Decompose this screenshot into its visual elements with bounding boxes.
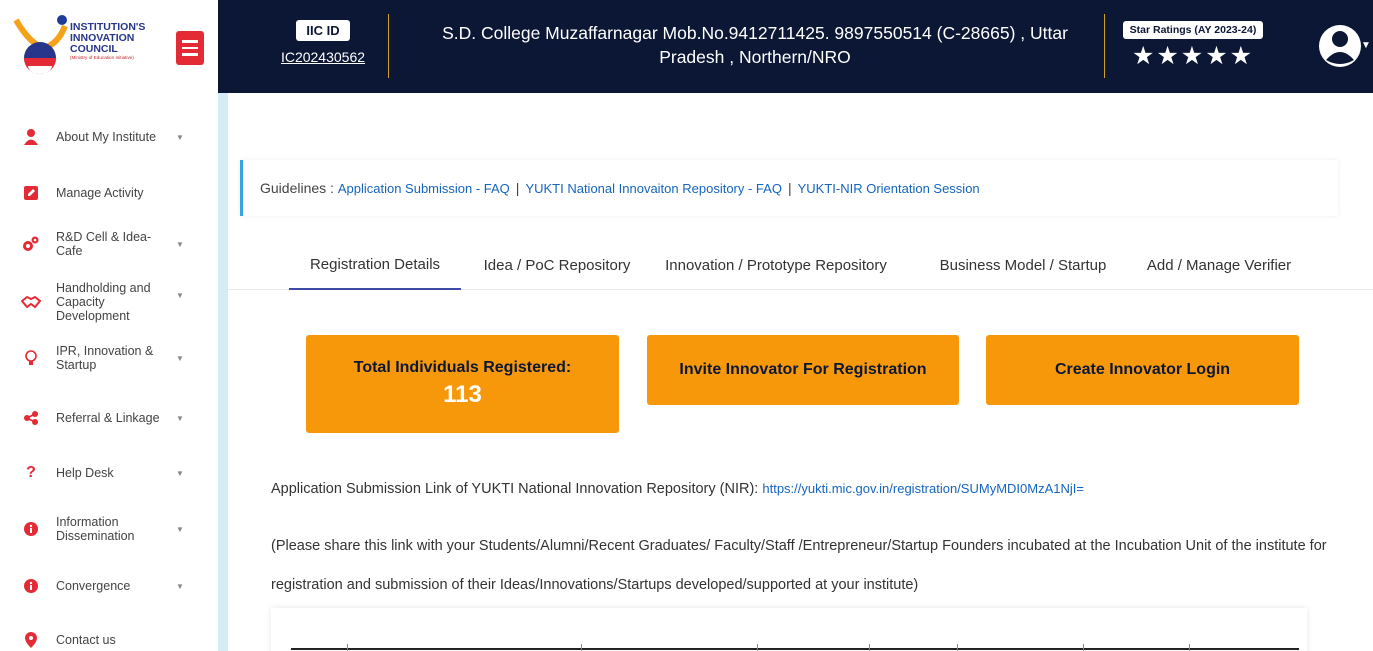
sidebar-item-ipr[interactable]: IPR, Innovation & Startup ▼ [0,335,218,381]
sidebar-item-label: Contact us [56,633,116,647]
sidebar-item-manage-activity[interactable]: Manage Activity [0,170,218,216]
table-header-border [291,648,1299,650]
registration-table-card [271,608,1307,651]
guideline-separator: | [515,180,520,196]
handshake-icon [21,295,41,309]
guideline-separator: | [787,180,792,196]
caret-down-icon[interactable]: ▼ [1361,40,1371,51]
sidebar-item-convergence[interactable]: Convergence ▼ [0,563,218,609]
star-rating-label: Star Ratings (AY 2023-24) [1122,21,1264,39]
hamburger-icon [182,40,198,43]
total-registered-count: 113 [443,381,482,408]
lightbulb-icon [25,350,37,365]
info-icon [24,579,38,593]
institution-name-line-1: S.D. College Muzaffarnagar Mob.No.941271… [442,23,1068,43]
star-rating-block: Star Ratings (AY 2023-24) ★★★★★ [1122,20,1264,71]
caret-down-icon: ▼ [176,290,184,300]
iic-logo-icon [13,15,68,74]
sidebar-item-about-my-institute[interactable]: About My Institute ▼ [0,114,218,160]
sidebar-item-label: Information Dissemination [56,515,135,543]
application-submission-link[interactable]: https://yukti.mic.gov.in/registration/SU… [762,481,1084,496]
sidebar-item-help-desk[interactable]: ? Help Desk ▼ [0,450,218,496]
guideline-link-orientation[interactable]: YUKTI-NIR Orientation Session [798,181,980,196]
caret-down-icon: ▼ [176,239,184,249]
invite-innovator-label: Invite Innovator For Registration [679,361,927,378]
logo-text: INSTITUTION'S INNOVATION COUNCIL (Minist… [70,22,145,61]
sidebar-item-label: Referral & Linkage [56,411,160,425]
tab-innovation-prototype-repository[interactable]: Innovation / Prototype Repository [646,240,906,290]
sidebar-item-label: Help Desk [56,466,114,480]
tab-idea-poc-repository[interactable]: Idea / PoC Repository [472,240,642,290]
logo-line-3: COUNCIL [70,43,118,55]
header-divider [388,14,389,78]
institution-name: S.D. College Muzaffarnagar Mob.No.941271… [410,21,1100,69]
sidebar-item-contact-us[interactable]: Contact us [0,617,218,651]
guideline-link-application-faq[interactable]: Application Submission - FAQ [338,181,510,196]
logo-subtitle: (Ministry of Education Initiative) [70,55,134,60]
application-link-prefix: Application Submission Link of YUKTI Nat… [271,481,759,497]
guidelines-bar: Guidelines : Application Submission - FA… [240,160,1338,216]
sidebar-scroll-strip [218,93,228,651]
total-registered-card: Total Individuals Registered: 113 [306,335,619,433]
iic-id-value[interactable]: IC202430562 [277,49,369,65]
caret-down-icon: ▼ [176,468,184,478]
info-icon [24,522,38,536]
sidebar-item-information-dissemination[interactable]: Information Dissemination ▼ [0,506,218,552]
user-icon [24,129,38,145]
header-divider [1104,14,1105,78]
invite-innovator-button[interactable]: Invite Innovator For Registration [647,335,959,405]
caret-down-icon: ▼ [176,353,184,363]
sidebar-item-handholding[interactable]: Handholding and Capacity Development ▼ [0,279,218,325]
logo-area: INSTITUTION'S INNOVATION COUNCIL (Minist… [0,0,218,93]
guidelines-prefix: Guidelines : [260,180,334,196]
sidebar: About My Institute ▼ Manage Activity R&D… [0,93,218,651]
question-icon: ? [26,464,36,481]
user-avatar-icon[interactable] [1318,22,1362,70]
hamburger-menu-button[interactable] [176,31,204,65]
sidebar-item-rd-cell[interactable]: R&D Cell & Idea-Cafe ▼ [0,221,218,267]
sidebar-item-label: Convergence [56,579,131,593]
sidebar-item-label: Manage Activity [56,186,144,200]
star-rating-stars: ★★★★★ [1131,42,1255,70]
cogs-icon [23,236,39,251]
tab-registration-details[interactable]: Registration Details [289,240,461,290]
tab-add-manage-verifier[interactable]: Add / Manage Verifier [1123,240,1315,290]
edit-icon [24,186,38,200]
create-innovator-login-label: Create Innovator Login [1054,361,1231,378]
repository-tabs: Registration Details Idea / PoC Reposito… [228,240,1373,290]
map-marker-icon [25,632,37,648]
share-instructions: (Please share this link with your Studen… [271,538,1327,593]
iic-id-block: IIC ID IC202430562 [277,20,369,65]
iic-id-label: IIC ID [296,20,350,41]
sidebar-item-referral[interactable]: Referral & Linkage ▼ [0,395,218,441]
caret-down-icon: ▼ [176,413,184,423]
application-link-line: Application Submission Link of YUKTI Nat… [271,481,1084,497]
guideline-link-nir-faq[interactable]: YUKTI National Innovaiton Repository - F… [525,181,782,196]
top-header: INSTITUTION'S INNOVATION COUNCIL (Minist… [0,0,1373,93]
caret-down-icon: ▼ [176,581,184,591]
institution-name-line-2: Pradesh , Northern/NRO [659,47,851,67]
caret-down-icon: ▼ [176,132,184,142]
share-icon [24,411,38,425]
sidebar-item-label: About My Institute [56,130,157,144]
sidebar-item-label: Handholding and Capacity Development [56,281,151,323]
total-registered-title: Total Individuals Registered: [353,359,572,376]
caret-down-icon: ▼ [176,524,184,534]
tab-business-model-startup[interactable]: Business Model / Startup [923,240,1123,290]
sidebar-item-label: IPR, Innovation & Startup [56,344,154,372]
sidebar-item-label: R&D Cell & Idea-Cafe [56,230,152,258]
create-innovator-login-button[interactable]: Create Innovator Login [986,335,1299,405]
